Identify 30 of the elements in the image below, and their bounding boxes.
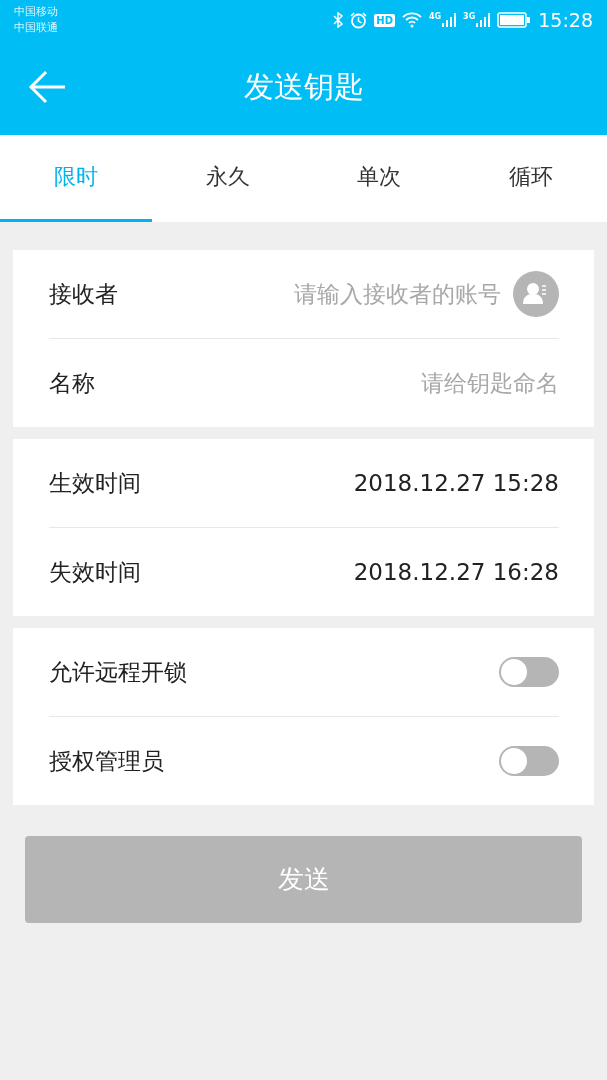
network-type: 3G [463, 13, 476, 21]
battery-icon [497, 12, 532, 28]
wifi-icon [401, 12, 422, 28]
tab[interactable]: 永久 [151, 135, 304, 222]
tab[interactable]: 循环 [455, 135, 607, 222]
tab[interactable]: 单次 [303, 135, 456, 222]
toggle-switch[interactable] [499, 657, 559, 687]
row-label: 接收者 [49, 279, 118, 309]
name-field[interactable]: 请给钥匙命名 [299, 370, 559, 396]
contact-icon[interactable] [513, 271, 559, 317]
signal-icon [442, 13, 457, 27]
hd-badge: HD [374, 13, 395, 27]
back-arrow-icon[interactable] [28, 70, 66, 104]
page-title: 发送钥匙 [243, 68, 364, 106]
network-type: 4G [428, 13, 442, 21]
row-label: 授权管理员 [49, 746, 164, 776]
bluetooth-icon [333, 12, 344, 28]
date-time-value[interactable]: 2018.12.27 16:28 [353, 559, 559, 585]
row-label: 名称 [49, 368, 95, 398]
recipient-field[interactable]: 请输入接收者的账号 [241, 281, 501, 307]
date-time-value[interactable]: 2018.12.27 15:28 [353, 470, 559, 496]
toggle-switch[interactable] [499, 746, 559, 776]
row-label: 失效时间 [49, 557, 141, 587]
carrier-name: 中国联通 [14, 20, 58, 36]
clock-time: 15:28 [538, 9, 593, 31]
alarm-icon [350, 11, 368, 29]
row-label: 生效时间 [49, 468, 141, 498]
signal-icon [476, 13, 491, 27]
carrier-name: 中国移动 [14, 4, 58, 20]
row-label: 允许远程开锁 [49, 657, 187, 687]
